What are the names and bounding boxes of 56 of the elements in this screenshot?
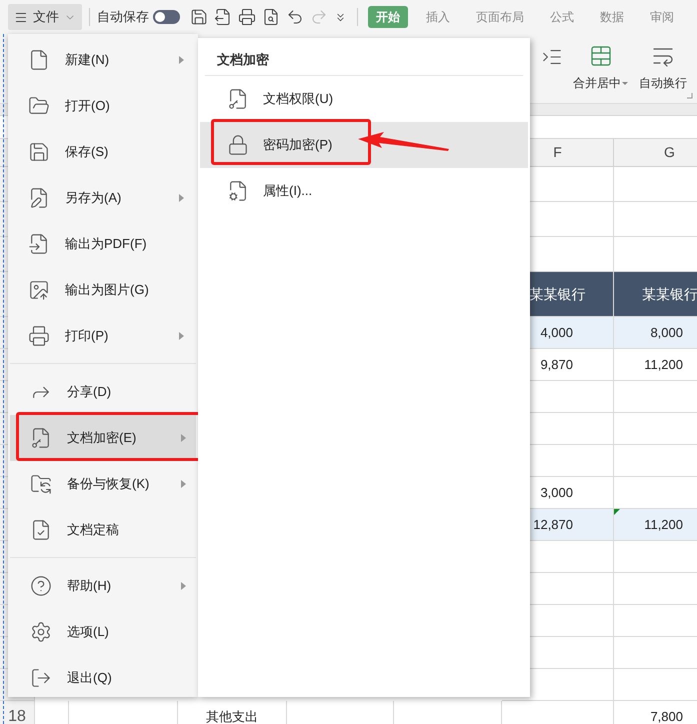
submenu-arrow-icon (179, 56, 184, 64)
autosave-label: 自动保存 (97, 8, 149, 26)
folder-icon (28, 95, 50, 117)
table-cell: 11,200 (614, 509, 697, 541)
submenu-item[interactable]: 密码加密(P) (200, 122, 528, 168)
submenu-item[interactable]: 文档权限(U) (200, 76, 528, 122)
file-pen-icon (28, 187, 50, 209)
password-lock-icon (227, 134, 249, 156)
file-check-icon (30, 519, 52, 541)
menu-item[interactable]: 分享(D) (10, 369, 196, 415)
printer-icon (28, 325, 50, 347)
menu-item[interactable]: 帮助(H) (10, 563, 196, 609)
menu-item[interactable]: 备份与恢复(K) (10, 461, 196, 507)
menu-item[interactable]: 输出为图片(G) (8, 267, 194, 313)
submenu-title: 文档加密 (205, 38, 523, 76)
menu-item[interactable]: 文档加密(E) (10, 415, 196, 461)
submenu-arrow-icon (181, 582, 186, 590)
menu-item[interactable]: 新建(N) (8, 37, 194, 83)
submenu-arrow-icon (181, 480, 186, 488)
submenu-item[interactable]: 属性(I)... (200, 168, 528, 214)
ribbon-button[interactable]: 自动换行 (639, 44, 687, 92)
save-icon (28, 141, 50, 163)
folder-restore-icon (30, 473, 52, 495)
file-settings-icon (227, 180, 249, 202)
menu-item[interactable]: 选项(L) (10, 609, 196, 655)
merge-cells-icon (589, 44, 613, 68)
image-export-icon (28, 279, 50, 301)
menu-item[interactable]: 文档定稿 (10, 507, 196, 553)
menu-item[interactable]: 打开(O) (8, 83, 194, 129)
help-icon (30, 575, 52, 597)
file-key-icon (227, 88, 249, 110)
save-icon[interactable] (190, 8, 208, 26)
pdf-export-icon (28, 233, 50, 255)
menu-item[interactable]: 退出(Q) (10, 655, 196, 701)
menu-item[interactable]: 打印(P) (8, 313, 194, 359)
menu-item[interactable]: 保存(S) (8, 129, 194, 175)
dialog-launcher-icon[interactable] (687, 93, 693, 99)
table-cell: 8,000 (614, 317, 697, 349)
exit-icon (30, 667, 52, 689)
settings-icon (30, 621, 52, 643)
file-menu-button[interactable]: 文件 (8, 4, 82, 30)
autosave-toggle[interactable] (153, 10, 180, 24)
dropdown-caret-icon (621, 80, 629, 86)
submenu-arrow-icon (179, 194, 184, 202)
submenu-arrow-icon (181, 434, 186, 442)
print-preview-icon[interactable] (262, 8, 280, 26)
undo-icon[interactable] (286, 8, 304, 26)
printer-icon[interactable] (238, 8, 256, 26)
export-icon[interactable] (214, 8, 232, 26)
menu-item[interactable]: 另存为(A) (8, 175, 194, 221)
file-key-icon (30, 427, 52, 449)
new-file-icon (28, 49, 50, 71)
row-header[interactable]: 18 (0, 701, 35, 724)
ribbon-button[interactable]: 合并居中 (573, 44, 629, 92)
submenu-arrow-icon (179, 332, 184, 340)
menu-item[interactable]: 输出为PDF(F) (8, 221, 194, 267)
